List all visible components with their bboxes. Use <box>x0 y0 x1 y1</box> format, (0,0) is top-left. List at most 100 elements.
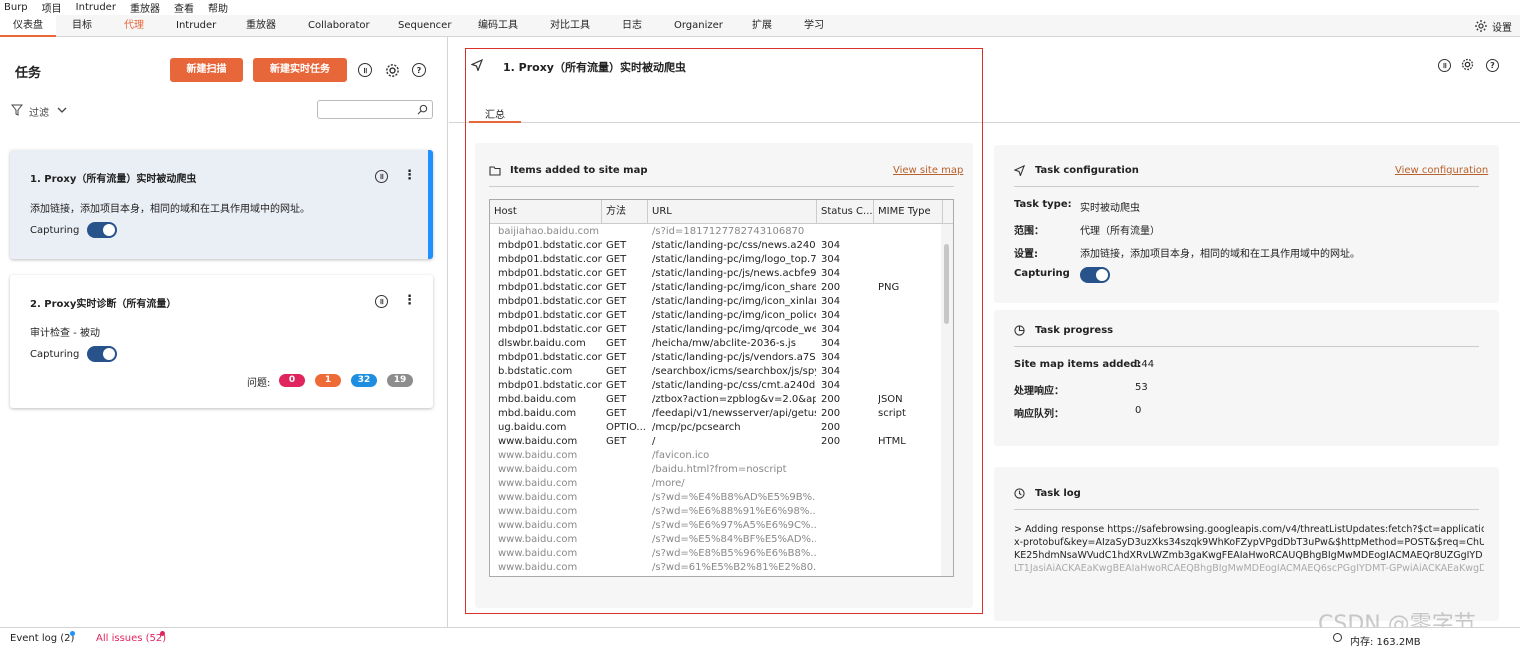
more-options-icon[interactable]: ⋮ <box>403 168 416 183</box>
table-row[interactable]: mbdp01.bdstatic.com GET/static/landing-pc… <box>490 295 943 309</box>
table-row[interactable]: mbdp01.bdstatic.com GET/static/landing-pc… <box>490 309 943 323</box>
cell-status: 304 <box>821 268 841 279</box>
tab-intruder[interactable]: Intruder <box>176 15 216 37</box>
capturing-toggle[interactable] <box>87 346 117 362</box>
table-row[interactable]: mbdp01.bdstatic.com GET/static/landing-pc… <box>490 323 943 337</box>
table-row[interactable]: www.baidu.com/s?wd=%E8%B5%96%E6%B8%... <box>490 547 943 561</box>
cell-method: GET <box>606 408 627 419</box>
cell-mime: JSON <box>878 394 903 405</box>
table-row[interactable]: www.baidu.com/more/ <box>490 477 943 491</box>
search-input[interactable] <box>317 100 433 119</box>
all-issues-link[interactable]: All issues (52) <box>96 633 166 644</box>
table-row[interactable]: www.baidu.com/s?wd=%E4%B8%AD%E5%9B%... <box>490 491 943 505</box>
column-status[interactable]: Status C... <box>817 200 874 224</box>
new-live-task-button[interactable]: 新建实时任务 <box>253 58 347 82</box>
pause-icon[interactable]: ॥ <box>375 170 388 183</box>
more-options-icon[interactable]: ⋮ <box>403 293 416 308</box>
table-row[interactable]: mbd.baidu.com GET/ztbox?action=zpblog&v=2… <box>490 393 943 407</box>
help-icon[interactable]: ? <box>1486 59 1499 72</box>
column-method[interactable]: 方法 <box>602 200 648 224</box>
table-row[interactable]: www.baidu.com GET / 200 HTML <box>490 435 943 449</box>
new-scan-button[interactable]: 新建扫描 <box>170 58 243 82</box>
filter-label[interactable]: 过滤 <box>29 104 49 119</box>
table-row[interactable]: mbdp01.bdstatic.com GET/static/landing-pc… <box>490 351 943 365</box>
cell-method: GET <box>606 436 627 447</box>
settings-button[interactable]: 设置 <box>1474 15 1512 37</box>
table-row[interactable]: www.baidu.com/s?wd=61%E5%B2%81%E2%80... <box>490 561 943 575</box>
event-log-link[interactable]: Event log (2) <box>10 633 74 644</box>
gear-icon[interactable] <box>384 62 401 79</box>
cell-status: 200 <box>821 282 841 293</box>
gear-icon[interactable] <box>1460 57 1475 72</box>
table-row[interactable]: baijiahao.baidu.com/s?id=181712778274310… <box>490 225 943 239</box>
scrollbar-track[interactable] <box>941 224 953 576</box>
filter-icon[interactable] <box>11 104 23 116</box>
table-row[interactable]: b.bdstatic.com GET/searchbox/icms/searchb… <box>490 365 943 379</box>
folder-icon <box>489 166 501 176</box>
issue-badge-low[interactable]: 32 <box>351 374 377 387</box>
chevron-down-icon[interactable] <box>57 105 67 115</box>
issue-badge-high[interactable]: 0 <box>279 374 305 387</box>
menu-project[interactable]: 项目 <box>42 0 62 15</box>
issue-badge-medium[interactable]: 1 <box>315 374 341 387</box>
column-url[interactable]: URL <box>648 200 817 224</box>
column-host[interactable]: Host <box>490 200 602 224</box>
capturing-toggle[interactable] <box>1080 267 1110 283</box>
cell-method: OPTIO... <box>606 422 646 433</box>
pause-icon[interactable]: ॥ <box>375 295 388 308</box>
table-row[interactable]: www.baidu.com/s?wd=%E6%97%A5%E6%9C%... <box>490 519 943 533</box>
pause-icon[interactable]: ॥ <box>358 63 372 77</box>
table-row[interactable]: www.baidu.com/baidu.html?from=noscript <box>490 463 943 477</box>
tab-logger[interactable]: 日志 <box>622 15 642 37</box>
table-row[interactable]: mbdp01.bdstatic.com GET/static/landing-pc… <box>490 281 943 295</box>
table-row[interactable]: mbdp01.bdstatic.com GET/static/landing-pc… <box>490 253 943 267</box>
column-mime[interactable]: MIME Type <box>874 200 943 224</box>
view-configuration-link[interactable]: View configuration <box>1395 165 1488 176</box>
table-row[interactable]: www.baidu.com/s?wd=%E5%84%BF%E5%AD%... <box>490 533 943 547</box>
tab-organizer[interactable]: Organizer <box>674 15 723 37</box>
issue-badge-info[interactable]: 19 <box>387 374 413 387</box>
tab-extensions[interactable]: 扩展 <box>752 15 772 37</box>
capturing-toggle[interactable] <box>87 222 117 238</box>
menu-intruder[interactable]: Intruder <box>76 2 116 13</box>
table-row[interactable]: mbd.baidu.com GET/feedapi/v1/newsserver/a… <box>490 407 943 421</box>
menu-burp[interactable]: Burp <box>4 2 28 13</box>
help-icon[interactable]: ? <box>412 63 426 77</box>
task-card-desc: 审计检查 - 被动 <box>30 328 100 339</box>
cell-status: 304 <box>821 380 841 391</box>
table-row[interactable]: ug.baidu.com OPTIO... /mcp/pc/pcsearch 200 <box>490 421 943 435</box>
back-arrow-icon[interactable] <box>471 59 483 71</box>
tab-repeater[interactable]: 重放器 <box>246 15 276 37</box>
table-row[interactable]: www.baidu.com/s?wd=%E6%88%91%E6%98%... <box>490 505 943 519</box>
tab-summary[interactable]: 汇总 <box>469 106 521 123</box>
tab-collaborator[interactable]: Collaborator <box>308 15 370 37</box>
pause-icon[interactable]: ॥ <box>1438 59 1451 72</box>
menu-help[interactable]: 帮助 <box>208 0 228 15</box>
tab-proxy[interactable]: 代理 <box>124 15 144 37</box>
table-row[interactable]: mbdp01.bdstatic.com GET/static/landing-pc… <box>490 239 943 253</box>
cell-method: GET <box>606 254 627 265</box>
table-row[interactable]: dlswbr.baidu.com GET/heicha/mw/abclite-20… <box>490 337 943 351</box>
tab-learn[interactable]: 学习 <box>804 15 824 37</box>
task-card-2[interactable]: 2. Proxy实时诊断（所有流量） ॥ ⋮ 审计检查 - 被动 Capturi… <box>10 275 433 408</box>
tab-decoder[interactable]: 编码工具 <box>478 15 518 37</box>
tab-sequencer[interactable]: Sequencer <box>398 15 451 37</box>
cell-method: GET <box>606 366 627 377</box>
table-row[interactable]: mbdp01.bdstatic.com GET/static/landing-pc… <box>490 267 943 281</box>
queue-value: 0 <box>1135 405 1142 416</box>
issues-summary: 问题: 0 1 32 19 <box>247 374 427 389</box>
table-row[interactable]: mbdp01.bdstatic.com GET/static/landing-pc… <box>490 379 943 393</box>
scrollbar-thumb[interactable] <box>944 244 949 324</box>
task-card-1[interactable]: 1. Proxy（所有流量）实时被动爬虫 ॥ ⋮ 添加链接，添加项目本身，相同的… <box>10 150 433 259</box>
task-card-desc: 添加链接，添加项目本身，相同的域和在工具作用域中的网址。 <box>30 204 310 215</box>
tab-dashboard[interactable]: 仪表盘 <box>0 15 56 37</box>
cell-host: mbdp01.bdstatic.com <box>498 310 602 321</box>
divider <box>1014 509 1479 510</box>
view-sitemap-link[interactable]: View site map <box>893 165 963 176</box>
table-row[interactable]: www.baidu.com/favicon.ico <box>490 449 943 463</box>
tab-comparer[interactable]: 对比工具 <box>550 15 590 37</box>
cell-host: mbdp01.bdstatic.com <box>498 352 602 363</box>
menu-repeater[interactable]: 重放器 <box>130 0 160 15</box>
tab-target[interactable]: 目标 <box>72 15 92 37</box>
menu-view[interactable]: 查看 <box>174 0 194 15</box>
